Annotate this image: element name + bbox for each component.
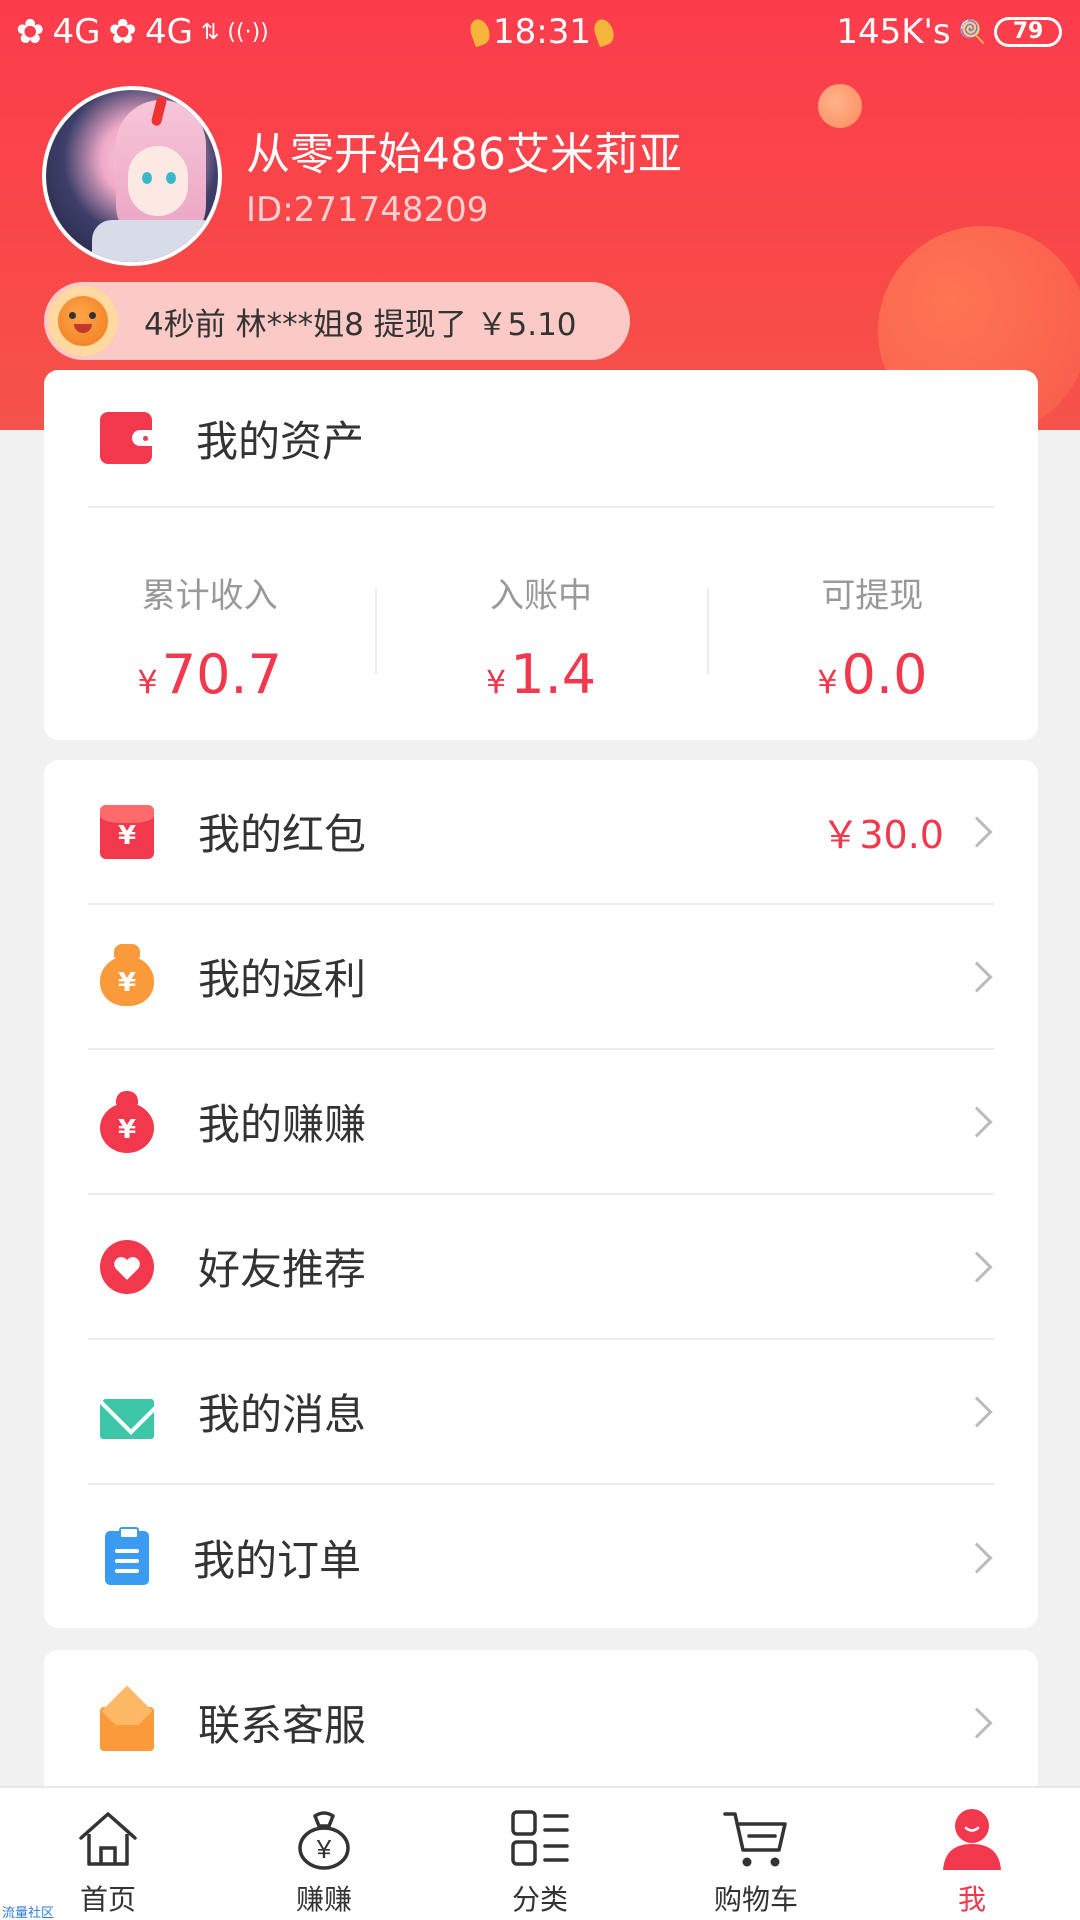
asset-value: ¥0.0 [817, 643, 928, 706]
clipboard-icon [105, 1526, 149, 1585]
tab-me[interactable]: 我 [864, 1788, 1080, 1920]
tab-label: 分类 [511, 1883, 568, 1916]
asset-value: ¥1.4 [485, 643, 597, 706]
hotspot-icon: ((·)) [227, 19, 269, 45]
tab-cart[interactable]: 购物车 [648, 1788, 864, 1920]
user-icon [943, 1809, 1001, 1870]
envelope-open-icon [100, 1706, 154, 1751]
tab-category[interactable]: 分类 [432, 1788, 648, 1920]
avatar-eye [166, 172, 176, 184]
assets-title: 我的资产 [196, 416, 365, 466]
chevron-right-icon [961, 1105, 993, 1138]
battery-indicator: 79 [994, 17, 1062, 47]
assets-header[interactable]: 我的资产 [88, 370, 994, 508]
menu-item-orders[interactable]: 我的订单 [88, 1485, 994, 1630]
menu-card: ¥ 我的红包 ￥30.0 ¥ 我的返利 ¥ 我的赚赚 好友推荐 我的消息 我的订… [44, 760, 1038, 1628]
asset-withdrawable[interactable]: 可提现 ¥0.0 [706, 508, 1038, 738]
tab-label: 赚赚 [295, 1883, 352, 1916]
money-bag-icon: ¥ [100, 943, 154, 1006]
menu-label: 我的消息 [198, 1390, 367, 1439]
watermark: 流量社区 [2, 1906, 55, 1920]
clock: 18:31 [493, 12, 591, 52]
money-bag-icon: ¥ [298, 1811, 350, 1870]
flower-icon: ✿ [108, 12, 137, 52]
chevron-right-icon [961, 1541, 993, 1574]
tab-home[interactable]: 首页 [0, 1788, 216, 1920]
menu-label: 我的红包 [198, 810, 367, 859]
asset-label: 累计收入 [141, 576, 278, 616]
chevron-right-icon [961, 1395, 993, 1428]
data-arrows-icon: ⇅ [200, 19, 220, 45]
red-packet-amount: ￥30.0 [821, 813, 944, 857]
mail-icon [100, 1398, 154, 1439]
decor-circle-small [818, 84, 862, 128]
home-icon [79, 1812, 137, 1866]
status-right: 145K's 🍭 79 [836, 12, 1062, 52]
category-icon [511, 1810, 569, 1866]
flower-icon: ✿ [16, 12, 45, 52]
mascot-icon [48, 286, 118, 356]
carrier-1: 4G [52, 12, 101, 52]
lollipop-icon: 🍭 [958, 19, 986, 45]
cart-icon [723, 1812, 787, 1867]
assets-card: 我的资产 累计收入 ¥70.7 入账中 ¥1.4 可提现 ¥0.0 [44, 370, 1038, 740]
menu-item-customer-service[interactable]: 联系客服 [88, 1650, 994, 1795]
carrier-2: 4G [144, 12, 193, 52]
ticker-text: 4秒前 林***姐8 提现了 ￥5.10 [144, 306, 577, 343]
status-left: ✿ 4G ✿ 4G ⇅ ((·)) [16, 12, 269, 52]
menu-label: 好友推荐 [198, 1245, 367, 1294]
wallet-icon [100, 412, 154, 464]
chevron-right-icon [961, 815, 993, 848]
money-pouch-icon: ¥ [100, 1090, 154, 1153]
leaf-icon [591, 16, 617, 48]
red-packet-icon: ¥ [100, 804, 154, 859]
asset-pending[interactable]: 入账中 ¥1.4 [375, 508, 706, 738]
tab-label: 购物车 [713, 1883, 798, 1916]
asset-label: 入账中 [489, 576, 592, 616]
withdraw-ticker: 4秒前 林***姐8 提现了 ￥5.10 [44, 282, 630, 360]
menu-label: 我的返利 [198, 955, 367, 1004]
avatar-coat [92, 220, 218, 262]
tab-earn[interactable]: ¥ 赚赚 [216, 1788, 432, 1920]
asset-label: 可提现 [821, 576, 924, 616]
network-speed: 145K's [836, 12, 951, 52]
menu-label: 联系客服 [198, 1701, 367, 1750]
menu-item-rebate[interactable]: ¥ 我的返利 [88, 905, 994, 1050]
profile-header: ✿ 4G ✿ 4G ⇅ ((·)) 18:31 145K's 🍭 79 从零开始… [0, 0, 1080, 430]
menu-label: 我的订单 [193, 1536, 362, 1585]
tab-label: 我 [957, 1883, 986, 1916]
menu-item-earnings[interactable]: ¥ 我的赚赚 [88, 1050, 994, 1195]
asset-total-income[interactable]: 累计收入 ¥70.7 [44, 508, 375, 738]
assets-columns: 累计收入 ¥70.7 入账中 ¥1.4 可提现 ¥0.0 [44, 508, 1038, 738]
menu-item-red-packet[interactable]: ¥ 我的红包 ￥30.0 [88, 760, 994, 905]
status-time: 18:31 [452, 12, 632, 52]
menu-label: 我的赚赚 [198, 1100, 367, 1149]
menu-item-referral[interactable]: 好友推荐 [88, 1195, 994, 1340]
status-bar: ✿ 4G ✿ 4G ⇅ ((·)) 18:31 145K's 🍭 79 [0, 0, 1080, 68]
svg-text:¥: ¥ [316, 1834, 332, 1864]
avatar-face [128, 146, 188, 216]
asset-value: ¥70.7 [137, 643, 282, 706]
chevron-right-icon [961, 1706, 993, 1739]
leaf-icon [467, 16, 493, 48]
chevron-right-icon [961, 960, 993, 993]
tab-label: 首页 [79, 1883, 136, 1916]
avatar[interactable] [42, 86, 222, 266]
bottom-tab-bar: 首页 ¥ 赚赚 分类 购物车 我 [0, 1786, 1080, 1920]
menu-item-messages[interactable]: 我的消息 [88, 1340, 994, 1485]
chevron-right-icon [961, 1250, 993, 1283]
user-id: ID:271748209 [246, 190, 489, 230]
avatar-eye [142, 172, 152, 184]
heart-icon [100, 1239, 154, 1294]
username: 从零开始486艾米莉亚 [246, 129, 682, 180]
